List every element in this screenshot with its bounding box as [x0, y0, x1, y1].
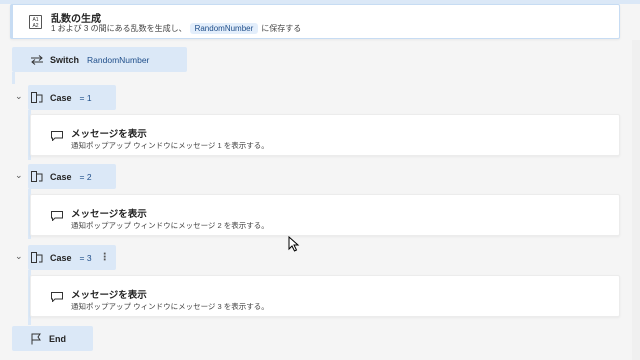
case-1-message-title: メッセージを表示 [71, 129, 147, 140]
vertical-scrollbar[interactable] [632, 40, 640, 360]
action-description: 1 および 3 の間にある乱数を生成し、 RandomNumber に保存する [51, 23, 301, 34]
case-3-message-subtitle: 通知ポップアップ ウィンドウにメッセージ 3 を表示する。 [71, 302, 269, 311]
message-icon [51, 292, 63, 302]
flow-designer-canvas: A1 A2 乱数の生成 1 および 3 の間にある乱数を生成し、 RandomNu… [0, 0, 640, 360]
message-icon [51, 211, 63, 221]
case-icon [31, 252, 43, 263]
case-2-message-subtitle: 通知ポップアップ ウィンドウにメッセージ 2 を表示する。 [71, 221, 269, 230]
end-block-header[interactable]: End [12, 326, 93, 351]
variable-chip[interactable]: RandomNumber [189, 23, 259, 34]
case-2-collapse-chevron-icon[interactable]: ⌄ [15, 170, 23, 181]
switch-connector [12, 72, 15, 84]
case-1-header[interactable]: Case = 1 [28, 85, 116, 110]
case-2-message-title: メッセージを表示 [71, 209, 147, 220]
case-3-value: = 3 [79, 252, 92, 263]
message-icon [51, 131, 63, 141]
case-2-value: = 2 [79, 171, 92, 182]
case-1-collapse-chevron-icon[interactable]: ⌄ [15, 91, 23, 102]
case-2-header[interactable]: Case = 2 [28, 164, 116, 189]
case-2-keyword: Case [50, 171, 72, 182]
case-1-message-subtitle: 通知ポップアップ ウィンドウにメッセージ 1 を表示する。 [71, 141, 269, 150]
more-options-icon[interactable]: ⋮ [100, 252, 110, 263]
case-3-keyword: Case [50, 252, 72, 263]
case-3-header[interactable]: Case = 3 ⋮ [28, 245, 116, 270]
switch-arrows-icon [31, 54, 43, 65]
mouse-cursor-icon [288, 236, 300, 252]
random-number-icon: A1 A2 [29, 15, 42, 29]
case-3-message-action[interactable]: メッセージを表示 通知ポップアップ ウィンドウにメッセージ 3 を表示する。 [30, 275, 620, 317]
case-1-message-action[interactable]: メッセージを表示 通知ポップアップ ウィンドウにメッセージ 1 を表示する。 [30, 114, 620, 156]
switch-block-header[interactable]: Switch RandomNumber [12, 47, 187, 72]
generate-random-number-action[interactable]: A1 A2 乱数の生成 1 および 3 の間にある乱数を生成し、 RandomNu… [10, 4, 620, 39]
case-3-collapse-chevron-icon[interactable]: ⌄ [15, 251, 23, 262]
case-1-keyword: Case [50, 92, 72, 103]
case-2-message-action[interactable]: メッセージを表示 通知ポップアップ ウィンドウにメッセージ 2 を表示する。 [30, 194, 620, 236]
action-description-prefix: 1 および 3 の間にある乱数を生成し、 [51, 24, 187, 33]
case-icon [31, 171, 43, 182]
action-description-suffix: に保存する [261, 24, 302, 33]
flag-icon [31, 333, 41, 344]
case-3-message-title: メッセージを表示 [71, 290, 147, 301]
switch-keyword: Switch [50, 54, 80, 65]
case-1-value: = 1 [79, 92, 92, 103]
switch-value: RandomNumber [87, 54, 150, 65]
case-icon [31, 92, 43, 103]
end-keyword: End [49, 333, 66, 344]
